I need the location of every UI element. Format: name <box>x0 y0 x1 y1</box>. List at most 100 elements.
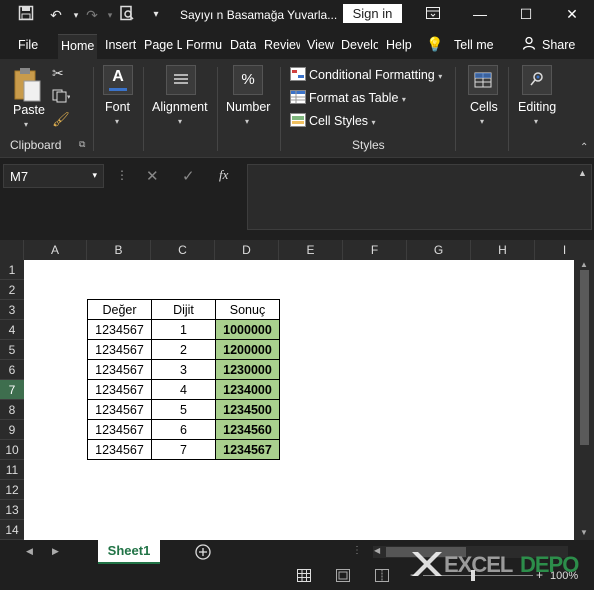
tab-split-handle-icon[interactable]: ⋮ <box>352 545 362 556</box>
maximize-icon[interactable]: ☐ <box>514 4 538 24</box>
column-header[interactable]: I <box>535 240 594 260</box>
column-header[interactable]: G <box>407 240 471 260</box>
column-header[interactable]: F <box>343 240 407 260</box>
share-user-icon[interactable] <box>522 36 536 53</box>
print-preview-icon[interactable] <box>117 5 137 25</box>
editing-dropdown-icon[interactable]: ▾ <box>534 117 538 126</box>
alignment-dropdown-icon[interactable]: ▾ <box>178 117 182 126</box>
format-painter-icon[interactable]: 🖌 <box>52 111 70 127</box>
digit-cell[interactable]: 3 <box>151 359 216 380</box>
close-icon[interactable]: ✕ <box>560 4 584 24</box>
paste-button[interactable]: Paste <box>13 103 45 117</box>
column-header[interactable]: B <box>87 240 151 260</box>
result-cell[interactable]: 1234567 <box>215 439 280 460</box>
row-header[interactable]: 4 <box>0 320 24 340</box>
worksheet-grid[interactable]: Değer Dijit Sonuç 1234567 1 1000000 1234… <box>24 260 574 540</box>
result-cell[interactable]: 1234000 <box>215 379 280 400</box>
digit-cell[interactable]: 7 <box>151 439 216 460</box>
row-header[interactable]: 1 <box>0 260 24 280</box>
row-header[interactable]: 6 <box>0 360 24 380</box>
digit-cell[interactable]: 1 <box>151 319 216 340</box>
format-as-table-button[interactable]: Format as Table ▾ <box>309 91 406 105</box>
confirm-entry-icon[interactable]: ✓ <box>182 167 195 185</box>
tab-home[interactable]: Home <box>58 34 98 60</box>
cell-styles-button[interactable]: Cell Styles ▾ <box>309 114 376 128</box>
sign-in-button[interactable]: Sign in <box>343 4 402 23</box>
conditional-formatting-icon[interactable] <box>290 67 306 81</box>
vertical-scroll-thumb[interactable] <box>580 270 589 445</box>
value-cell[interactable]: 1234567 <box>87 339 152 360</box>
copy-icon[interactable]: ▾ <box>52 89 72 105</box>
row-header[interactable]: 3 <box>0 300 24 320</box>
collapse-formula-bar-icon[interactable]: ▲ <box>578 168 587 178</box>
conditional-formatting-button[interactable]: Conditional Formatting ▾ <box>309 68 442 82</box>
result-cell[interactable]: 1234500 <box>215 399 280 420</box>
tab-data[interactable]: Data <box>230 38 256 52</box>
value-cell[interactable]: 1234567 <box>87 379 152 400</box>
tell-me-search[interactable]: Tell me <box>454 38 494 52</box>
redo-icon[interactable]: ↷ <box>82 5 102 25</box>
row-header[interactable]: 10 <box>0 440 24 460</box>
row-header[interactable]: 8 <box>0 400 24 420</box>
alignment-button[interactable]: Alignment <box>152 100 208 114</box>
editing-icon[interactable] <box>522 65 552 95</box>
tab-review[interactable]: Review <box>264 38 300 52</box>
tab-insert[interactable]: Insert <box>105 38 136 52</box>
font-button[interactable]: Font <box>105 100 130 114</box>
insert-function-icon[interactable]: fx <box>219 167 228 183</box>
page-layout-view-icon[interactable] <box>336 569 350 582</box>
font-dropdown-icon[interactable]: ▾ <box>115 117 119 126</box>
row-header[interactable]: 14 <box>0 520 24 540</box>
customize-toolbar-icon[interactable]: ▾ <box>146 5 166 25</box>
tab-page-layout[interactable]: Page L <box>144 38 182 52</box>
digit-cell[interactable]: 2 <box>151 339 216 360</box>
scroll-left-icon[interactable]: ◀ <box>374 546 380 555</box>
digit-cell[interactable]: 4 <box>151 379 216 400</box>
share-button[interactable]: Share <box>542 38 575 52</box>
column-header[interactable]: E <box>279 240 343 260</box>
row-header[interactable]: 9 <box>0 420 24 440</box>
header-cell[interactable]: Sonuç <box>215 299 280 320</box>
cell-styles-icon[interactable] <box>290 113 306 127</box>
number-button[interactable]: Number <box>226 100 270 114</box>
font-icon[interactable]: A <box>103 65 133 95</box>
tab-formulas[interactable]: Formu <box>186 38 224 52</box>
paste-dropdown-icon[interactable]: ▾ <box>24 120 28 129</box>
number-dropdown-icon[interactable]: ▾ <box>245 117 249 126</box>
row-header[interactable]: 2 <box>0 280 24 300</box>
alignment-icon[interactable] <box>166 65 196 95</box>
header-cell[interactable]: Değer <box>87 299 152 320</box>
next-sheet-icon[interactable]: ▶ <box>52 546 59 557</box>
result-cell[interactable]: 1234560 <box>215 419 280 440</box>
row-header-selected[interactable]: 7 <box>0 380 24 400</box>
column-header[interactable]: H <box>471 240 535 260</box>
scroll-down-icon[interactable]: ▼ <box>580 528 588 537</box>
cancel-entry-icon[interactable]: ✕ <box>146 167 159 185</box>
formula-input[interactable] <box>247 164 592 230</box>
column-header[interactable]: C <box>151 240 215 260</box>
new-sheet-icon[interactable] <box>195 544 211 560</box>
cells-icon[interactable] <box>468 65 498 95</box>
result-cell[interactable]: 1200000 <box>215 339 280 360</box>
column-header[interactable]: D <box>215 240 279 260</box>
digit-cell[interactable]: 6 <box>151 419 216 440</box>
page-break-view-icon[interactable] <box>375 569 389 582</box>
chevron-down-icon[interactable]: ▾ <box>92 170 97 181</box>
row-header[interactable]: 5 <box>0 340 24 360</box>
value-cell[interactable]: 1234567 <box>87 439 152 460</box>
ribbon-display-options-icon[interactable] <box>421 4 445 24</box>
tab-file[interactable]: File <box>18 38 38 52</box>
clipboard-launcher-icon[interactable]: ⧉ <box>79 139 85 150</box>
collapse-ribbon-icon[interactable]: ⌃ <box>580 142 588 153</box>
editing-button[interactable]: Editing <box>518 100 556 114</box>
cells-dropdown-icon[interactable]: ▾ <box>480 117 484 126</box>
number-format-icon[interactable]: % <box>233 65 263 95</box>
value-cell[interactable]: 1234567 <box>87 399 152 420</box>
select-all-corner[interactable] <box>0 240 24 260</box>
cut-icon[interactable]: ✂ <box>52 65 68 81</box>
format-as-table-icon[interactable] <box>290 90 306 104</box>
name-box[interactable]: M7 ▾ <box>3 164 104 188</box>
scroll-up-icon[interactable]: ▲ <box>580 260 588 269</box>
result-cell[interactable]: 1230000 <box>215 359 280 380</box>
cells-button[interactable]: Cells <box>470 100 498 114</box>
